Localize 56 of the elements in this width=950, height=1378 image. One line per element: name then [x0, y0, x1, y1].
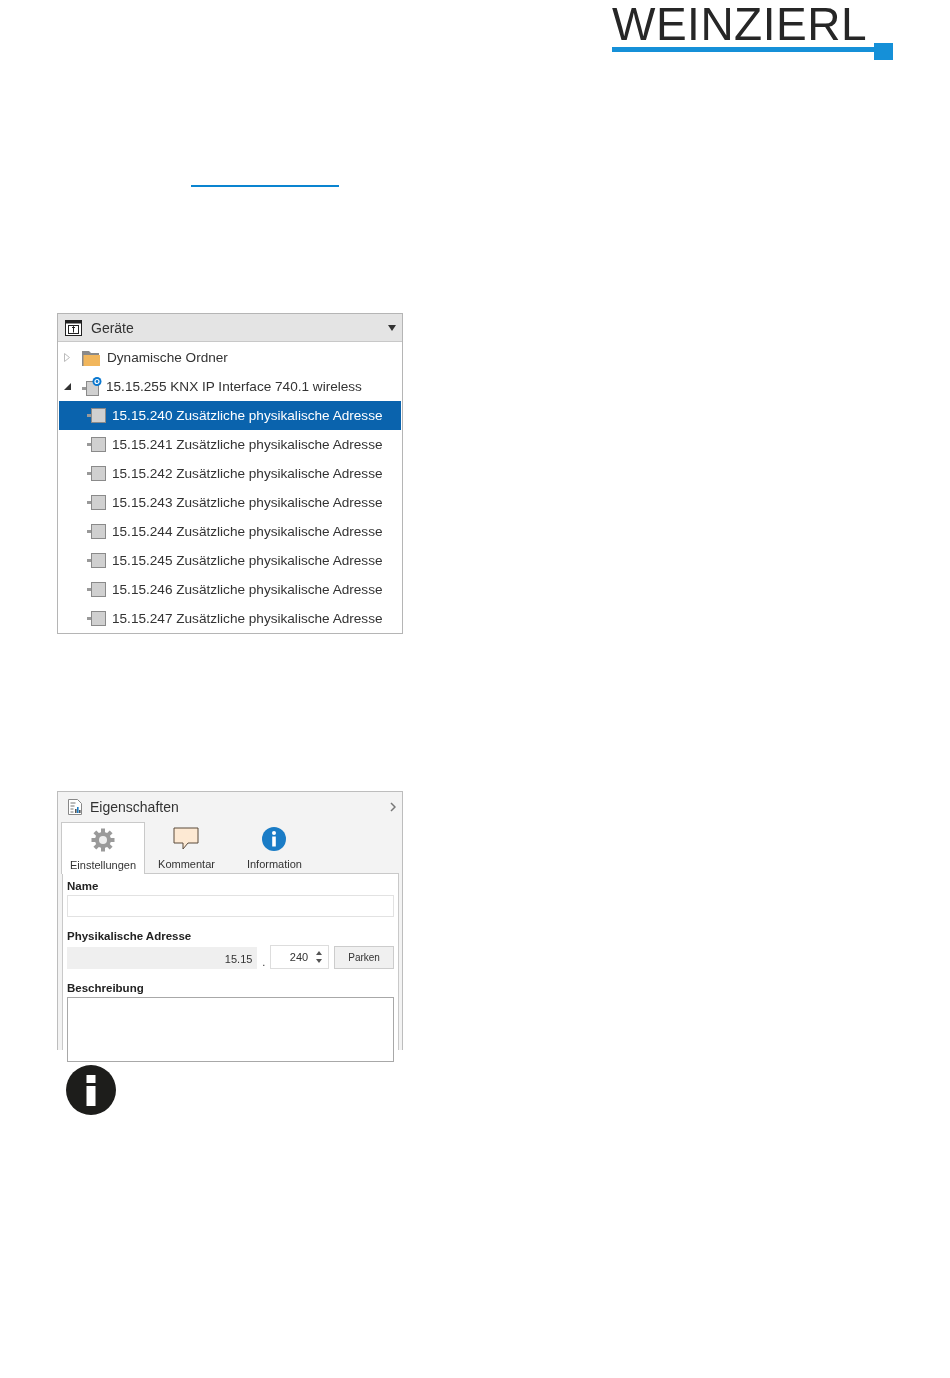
- tab[interactable]: Kommentar: [149, 821, 224, 873]
- tree-item[interactable]: 15.15.242 Zusätzliche physikalische Adresse: [59, 459, 401, 488]
- device-icon: [87, 493, 107, 512]
- tree-item[interactable]: 15.15.247 Zusätzliche physikalische Adresse: [59, 604, 401, 633]
- tree-item[interactable]: 15.15.241 Zusätzliche physikalische Adresse: [59, 430, 401, 459]
- info-icon: [262, 827, 287, 851]
- tree-item-label: 15.15.242 Zusätzliche physikalische Adresse: [111, 466, 383, 481]
- device-icon: [87, 609, 107, 628]
- device-icon: [87, 580, 107, 599]
- spin-arrows-icon[interactable]: [316, 951, 323, 963]
- tree-item[interactable]: 15.15.240 Zusätzliche physikalische Adresse: [59, 401, 401, 430]
- speech-bubble-icon: [173, 827, 200, 851]
- tree-item-label: 15.15.240 Zusätzliche physikalische Adresse: [111, 408, 383, 423]
- panel-title: Eigenschaften: [90, 798, 180, 815]
- field-label: Beschreibung: [67, 982, 145, 994]
- device-icon: [87, 406, 107, 425]
- tree-item-label: 15.15.244 Zusätzliche physikalische Adresse: [111, 524, 383, 539]
- logo-bar-icon: [612, 42, 893, 60]
- separator-text: .: [261, 955, 267, 969]
- tree-item-label: Dynamische Ordner: [106, 350, 228, 365]
- tree-item[interactable]: 15.15.255 KNX IP Interface 740.1 wireless: [59, 372, 401, 401]
- description-field[interactable]: [67, 997, 394, 1062]
- field-label: Name: [67, 880, 100, 892]
- tree-item-label: 15.15.245 Zusätzliche physikalische Adresse: [111, 553, 383, 568]
- chevron-right-icon[interactable]: [390, 801, 396, 812]
- device-badge-icon: [82, 376, 102, 397]
- collapse-icon[interactable]: [63, 383, 71, 390]
- device-icon: [87, 464, 107, 483]
- tab[interactable]: Information: [237, 821, 311, 873]
- tree-item[interactable]: 15.15.243 Zusätzliche physikalische Adresse: [59, 488, 401, 517]
- logo-text: WEINZIERL: [612, 2, 867, 46]
- tree-item[interactable]: 15.15.245 Zusätzliche physikalische Adresse: [59, 546, 401, 575]
- tab[interactable]: Einstellungen: [61, 822, 146, 874]
- device-icon: [87, 522, 107, 541]
- folder-icon: [82, 349, 100, 366]
- document-chart-icon: [68, 798, 82, 815]
- window-icon: [65, 319, 82, 336]
- tree-item-label: 15.15.255 KNX IP Interface 740.1 wireless: [105, 379, 362, 394]
- device-icon: [87, 551, 107, 570]
- tree-item-label: 15.15.246 Zusätzliche physikalische Adresse: [111, 582, 383, 597]
- info-icon: [66, 1065, 116, 1115]
- tree-item[interactable]: Dynamische Ordner: [59, 343, 401, 372]
- gear-icon: [91, 828, 116, 852]
- field-label: Physikalische Adresse: [67, 930, 193, 942]
- device-icon: [87, 435, 107, 454]
- tree-item[interactable]: 15.15.244 Zusätzliche physikalische Adresse: [59, 517, 401, 546]
- name-field[interactable]: [67, 895, 394, 917]
- park-button[interactable]: Parken: [334, 946, 394, 969]
- address-prefix-field: 15.15: [67, 947, 258, 969]
- tree-item-label: 15.15.247 Zusätzliche physikalische Adresse: [111, 611, 383, 626]
- tree-item[interactable]: 15.15.246 Zusätzliche physikalische Adresse: [59, 575, 401, 604]
- dropdown-icon[interactable]: [388, 324, 396, 331]
- tree-item-label: 15.15.243 Zusätzliche physikalische Adresse: [111, 495, 383, 510]
- panel-title: Geräte: [91, 319, 135, 336]
- address-spin-field[interactable]: 240: [270, 945, 330, 969]
- tree-item-label: 15.15.241 Zusätzliche physikalische Adresse: [111, 437, 383, 452]
